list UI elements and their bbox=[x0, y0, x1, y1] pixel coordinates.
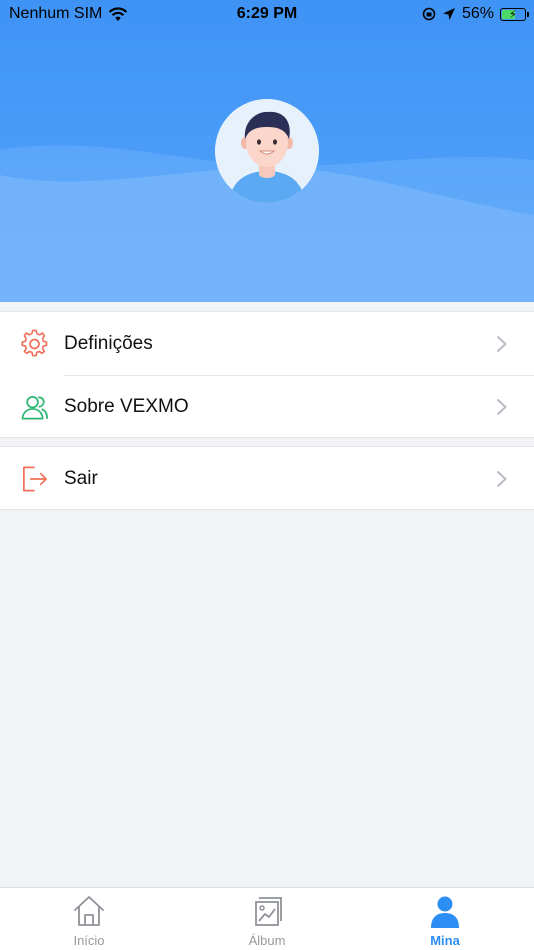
tab-home[interactable]: Início bbox=[0, 888, 178, 950]
logout-icon bbox=[22, 466, 47, 491]
tab-label: Mina bbox=[430, 933, 460, 948]
chevron-right-icon bbox=[497, 398, 507, 415]
tab-label: Álbum bbox=[248, 933, 286, 948]
profile-header: Nenhum SIM 6:29 PM 56% ⚡ bbox=[0, 0, 534, 302]
chevron-right-icon bbox=[497, 470, 507, 487]
battery-percent: 56% bbox=[461, 5, 494, 22]
menu-item-about[interactable]: Sobre VEXMO bbox=[0, 375, 534, 438]
menu-item-label: Sobre VEXMO bbox=[64, 395, 189, 417]
profile-screen: Nenhum SIM 6:29 PM 56% ⚡ Definições Sobr… bbox=[0, 0, 534, 950]
bottom-tab-bar: Início Álbum Mina bbox=[0, 887, 534, 950]
location-arrow-icon bbox=[442, 8, 455, 20]
logout-menu-group: Sair bbox=[0, 446, 534, 510]
rotation-lock-icon bbox=[422, 7, 436, 21]
menu-item-label: Definições bbox=[64, 332, 153, 354]
menu-item-label: Sair bbox=[64, 467, 98, 489]
battery-icon: ⚡ bbox=[500, 7, 529, 21]
tab-album[interactable]: Álbum bbox=[178, 888, 356, 950]
tab-label: Início bbox=[73, 933, 105, 948]
settings-menu-group: Definições Sobre VEXMO bbox=[0, 311, 534, 438]
home-icon bbox=[74, 896, 104, 926]
charging-bolt-icon: ⚡ bbox=[509, 8, 517, 21]
user-avatar[interactable] bbox=[215, 99, 319, 203]
avatar-illustration bbox=[215, 99, 319, 203]
menu-item-logout[interactable]: Sair bbox=[0, 447, 534, 510]
tab-mina[interactable]: Mina bbox=[356, 888, 534, 950]
users-icon bbox=[21, 395, 48, 419]
gear-icon bbox=[21, 329, 48, 356]
chevron-right-icon bbox=[497, 335, 507, 352]
status-indicators: 56% ⚡ bbox=[422, 5, 529, 23]
person-icon bbox=[431, 896, 459, 928]
menu-item-settings[interactable]: Definições bbox=[0, 312, 534, 376]
album-icon bbox=[255, 897, 282, 926]
status-bar: Nenhum SIM 6:29 PM 56% ⚡ bbox=[0, 0, 534, 28]
